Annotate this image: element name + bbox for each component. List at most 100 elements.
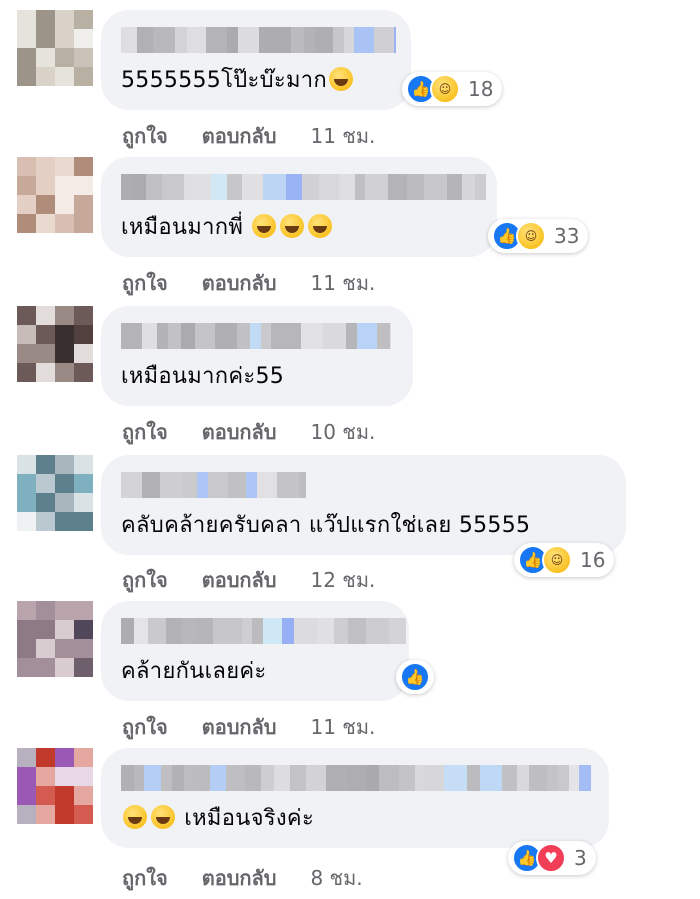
name-mosaic-tile bbox=[480, 765, 502, 791]
comment-bubble: เหมือนมากค่ะ55 bbox=[101, 306, 413, 406]
name-mosaic-tile bbox=[547, 765, 558, 791]
name-mosaic-tile bbox=[134, 765, 144, 791]
avatar-mosaic-tile bbox=[55, 344, 74, 363]
name-mosaic-tile bbox=[121, 27, 137, 53]
like-link[interactable]: ถูกใจ bbox=[122, 862, 168, 894]
name-mosaic-tile bbox=[399, 765, 415, 791]
avatar-mosaic-tile bbox=[74, 157, 93, 176]
avatar-mosaic-tile bbox=[36, 10, 55, 29]
name-mosaic-tile bbox=[346, 765, 366, 791]
author-name-blurred[interactable] bbox=[121, 27, 396, 53]
timestamp[interactable]: 8 ชม. bbox=[310, 862, 362, 894]
avatar-mosaic-tile bbox=[17, 214, 36, 233]
comment-text: คลับคล้ายครับคลา แว๊ปแรกใช่เลย 55555 bbox=[121, 509, 530, 543]
name-mosaic-tile bbox=[252, 618, 263, 644]
reply-link[interactable]: ตอบกลับ bbox=[202, 416, 277, 448]
like-link[interactable]: ถูกใจ bbox=[122, 267, 168, 299]
avatar-mosaic-tile bbox=[74, 658, 93, 677]
author-name-blurred[interactable] bbox=[121, 765, 591, 791]
timestamp[interactable]: 11 ชม. bbox=[310, 711, 375, 743]
avatar-mosaic-tile bbox=[74, 639, 93, 658]
like-link[interactable]: ถูกใจ bbox=[122, 711, 168, 743]
name-mosaic-tile bbox=[394, 27, 396, 53]
avatar[interactable] bbox=[17, 748, 93, 824]
reaction-summary[interactable]: 👍 bbox=[396, 660, 434, 694]
name-mosaic-tile bbox=[374, 27, 394, 53]
name-mosaic-tile bbox=[242, 618, 252, 644]
name-mosaic-tile bbox=[529, 765, 547, 791]
avatar-mosaic-tile bbox=[36, 805, 55, 824]
name-mosaic-tile bbox=[277, 472, 299, 498]
reaction-summary[interactable]: 👍 ♥ 3 bbox=[508, 841, 596, 875]
comment-actions: ถูกใจ ตอบกลับ 10 ชม. bbox=[122, 418, 375, 446]
grinning-face-icon bbox=[123, 805, 147, 829]
name-mosaic-tile bbox=[237, 323, 250, 349]
name-mosaic-tile bbox=[148, 618, 166, 644]
name-mosaic-tile bbox=[162, 174, 184, 200]
name-mosaic-tile bbox=[366, 765, 379, 791]
avatar-mosaic-tile bbox=[36, 767, 55, 786]
author-name-blurred[interactable] bbox=[121, 174, 486, 200]
name-mosaic-tile bbox=[271, 323, 285, 349]
like-link[interactable]: ถูกใจ bbox=[122, 564, 168, 596]
name-mosaic-tile bbox=[121, 323, 142, 349]
like-link[interactable]: ถูกใจ bbox=[122, 120, 168, 152]
avatar-mosaic-tile bbox=[17, 805, 36, 824]
name-mosaic-tile bbox=[315, 27, 333, 53]
avatar[interactable] bbox=[17, 601, 93, 677]
reaction-summary[interactable]: 👍 ☺ 18 bbox=[402, 72, 503, 106]
name-mosaic-tile bbox=[153, 27, 175, 53]
like-link[interactable]: ถูกใจ bbox=[122, 416, 168, 448]
avatar-mosaic-tile bbox=[36, 786, 55, 805]
comment-bubble: เหมือนจริงค่ะ bbox=[101, 748, 609, 848]
reply-link[interactable]: ตอบกลับ bbox=[202, 711, 277, 743]
avatar-mosaic-tile bbox=[55, 363, 74, 382]
avatar-mosaic-tile bbox=[36, 29, 55, 48]
name-mosaic-tile bbox=[250, 323, 261, 349]
name-mosaic-tile bbox=[339, 174, 355, 200]
avatar-mosaic-tile bbox=[74, 325, 93, 344]
avatar[interactable] bbox=[17, 455, 93, 531]
reply-link[interactable]: ตอบกลับ bbox=[202, 862, 277, 894]
avatar-mosaic-tile bbox=[74, 748, 93, 767]
author-name-blurred[interactable] bbox=[121, 323, 391, 349]
name-mosaic-tile bbox=[227, 174, 242, 200]
timestamp[interactable]: 12 ชม. bbox=[310, 564, 375, 596]
name-mosaic-tile bbox=[232, 618, 242, 644]
avatar-mosaic-tile bbox=[74, 214, 93, 233]
name-mosaic-tile bbox=[175, 27, 187, 53]
avatar-mosaic-tile bbox=[74, 195, 93, 214]
avatar-mosaic-tile bbox=[36, 363, 55, 382]
reaction-count: 18 bbox=[468, 77, 494, 101]
reaction-summary[interactable]: 👍 ☺ 33 bbox=[488, 219, 589, 253]
avatar[interactable] bbox=[17, 306, 93, 382]
avatar-mosaic-tile bbox=[55, 10, 74, 29]
grinning-squint-face-icon bbox=[329, 67, 354, 91]
avatar[interactable] bbox=[17, 10, 93, 86]
avatar[interactable] bbox=[17, 157, 93, 233]
name-mosaic-tile bbox=[184, 765, 195, 791]
comment-text-content: เหมือนจริงค่ะ bbox=[184, 806, 315, 831]
comment-text-content: เหมือนมากพี่ bbox=[121, 215, 244, 240]
avatar-mosaic-tile bbox=[36, 620, 55, 639]
name-mosaic-tile bbox=[137, 27, 153, 53]
avatar-mosaic-tile bbox=[36, 157, 55, 176]
name-mosaic-tile bbox=[579, 765, 591, 791]
author-name-blurred[interactable] bbox=[121, 472, 306, 498]
reply-link[interactable]: ตอบกลับ bbox=[202, 564, 277, 596]
author-name-blurred[interactable] bbox=[121, 618, 406, 644]
name-mosaic-tile bbox=[275, 27, 291, 53]
reply-link[interactable]: ตอบกลับ bbox=[202, 120, 277, 152]
comment-bubble: เหมือนมากพี่ bbox=[101, 157, 497, 257]
avatar-mosaic-tile bbox=[74, 474, 93, 493]
timestamp[interactable]: 10 ชม. bbox=[310, 416, 375, 448]
reaction-summary[interactable]: 👍 ☺ 16 bbox=[514, 543, 615, 577]
avatar-mosaic-tile bbox=[74, 363, 93, 382]
name-mosaic-tile bbox=[294, 618, 317, 644]
name-mosaic-tile bbox=[388, 174, 407, 200]
name-mosaic-tile bbox=[346, 323, 357, 349]
reply-link[interactable]: ตอบกลับ bbox=[202, 267, 277, 299]
comment-bubble: คลับคล้ายครับคลา แว๊ปแรกใช่เลย 55555 bbox=[101, 455, 626, 555]
timestamp[interactable]: 11 ชม. bbox=[310, 267, 375, 299]
timestamp[interactable]: 11 ชม. bbox=[310, 120, 375, 152]
